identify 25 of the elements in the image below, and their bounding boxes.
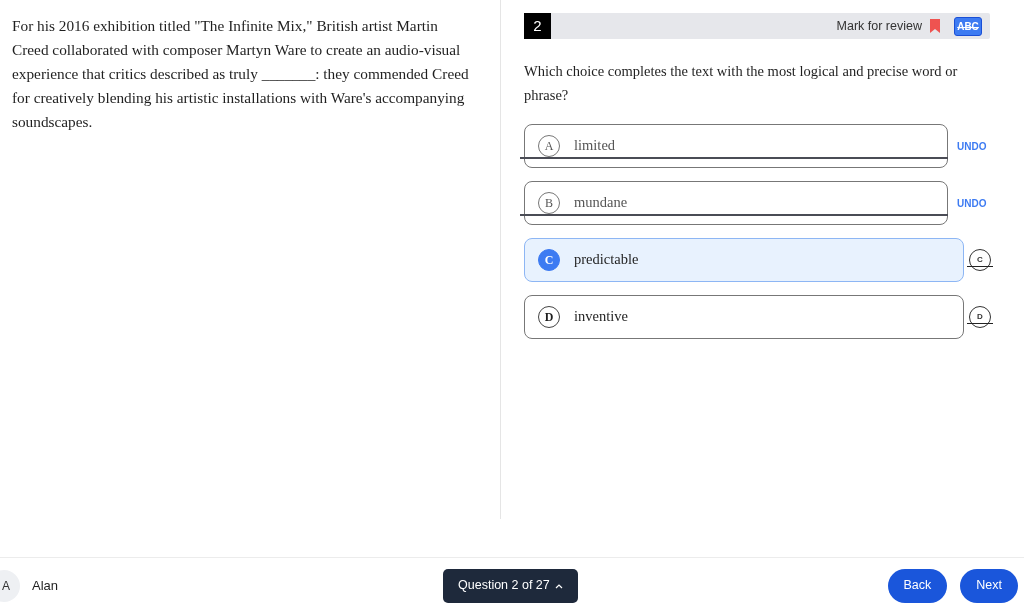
question-number: 2	[524, 13, 551, 39]
caret-icon	[554, 582, 563, 589]
undo-button[interactable]: UNDO	[957, 138, 987, 154]
answer-option[interactable]: A limited	[524, 124, 948, 168]
cross-out-button[interactable]: C	[969, 249, 991, 271]
option-text: predictable	[574, 250, 639, 270]
option-text: inventive	[574, 307, 628, 327]
option-text: limited	[574, 136, 616, 156]
answer-option[interactable]: D inventive	[524, 295, 964, 339]
strikeout-tool-button[interactable]: ABC	[954, 16, 982, 36]
passage-text: For his 2016 exhibition titled "The Infinite Mix," British artist Martin Creed collaborated with composer Martyn Ware to create an audio-visual experience that critics described as truly _______: they commended Creed for creatively blending his artistic installations with Ware's accompanying soundscapes.	[12, 16, 470, 132]
mark-for-review-label[interactable]: Mark for review	[836, 16, 922, 36]
answer-option[interactable]: C predictable	[524, 238, 964, 282]
user-avatar: A	[0, 569, 20, 602]
user-name: Alan	[32, 576, 59, 595]
nav-button[interactable]: Back	[887, 568, 948, 603]
cross-out-button[interactable]: D	[969, 306, 991, 328]
question-navigator-button[interactable]: Question 2 of 27	[443, 568, 578, 603]
answer-option[interactable]: B mundane	[524, 181, 948, 225]
undo-button[interactable]: UNDO	[957, 195, 987, 211]
nav-button[interactable]: Next	[960, 568, 1018, 603]
option-text: mundane	[574, 193, 628, 213]
option-letter: C	[538, 249, 560, 271]
bookmark-icon[interactable]	[929, 19, 941, 33]
question-prompt: Which choice completes the text with the most logical and precise word or phrase?	[524, 62, 959, 105]
